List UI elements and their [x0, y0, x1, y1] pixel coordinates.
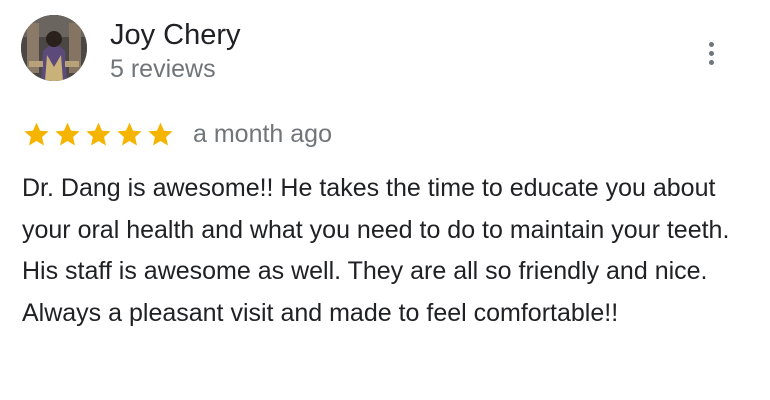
- rating-row: a month ago: [22, 117, 332, 151]
- star-icon: [148, 122, 173, 145]
- more-vert-icon: [708, 59, 714, 65]
- more-vert-icon: [708, 50, 714, 56]
- star-icon: [55, 122, 80, 145]
- star-icon: [117, 122, 142, 145]
- star-icon: [24, 122, 49, 145]
- more-options-button[interactable]: [696, 36, 726, 70]
- star-rating: [22, 120, 175, 149]
- avatar[interactable]: [21, 15, 87, 81]
- author-name[interactable]: Joy Chery: [110, 17, 241, 53]
- review-text: Dr. Dang is awesome!! He takes the time …: [22, 174, 730, 327]
- review-count[interactable]: 5 reviews: [110, 53, 216, 85]
- review-date: a month ago: [193, 120, 332, 148]
- more-vert-icon: [708, 41, 714, 47]
- avatar-photo: [21, 15, 87, 81]
- star-icon: [86, 122, 111, 145]
